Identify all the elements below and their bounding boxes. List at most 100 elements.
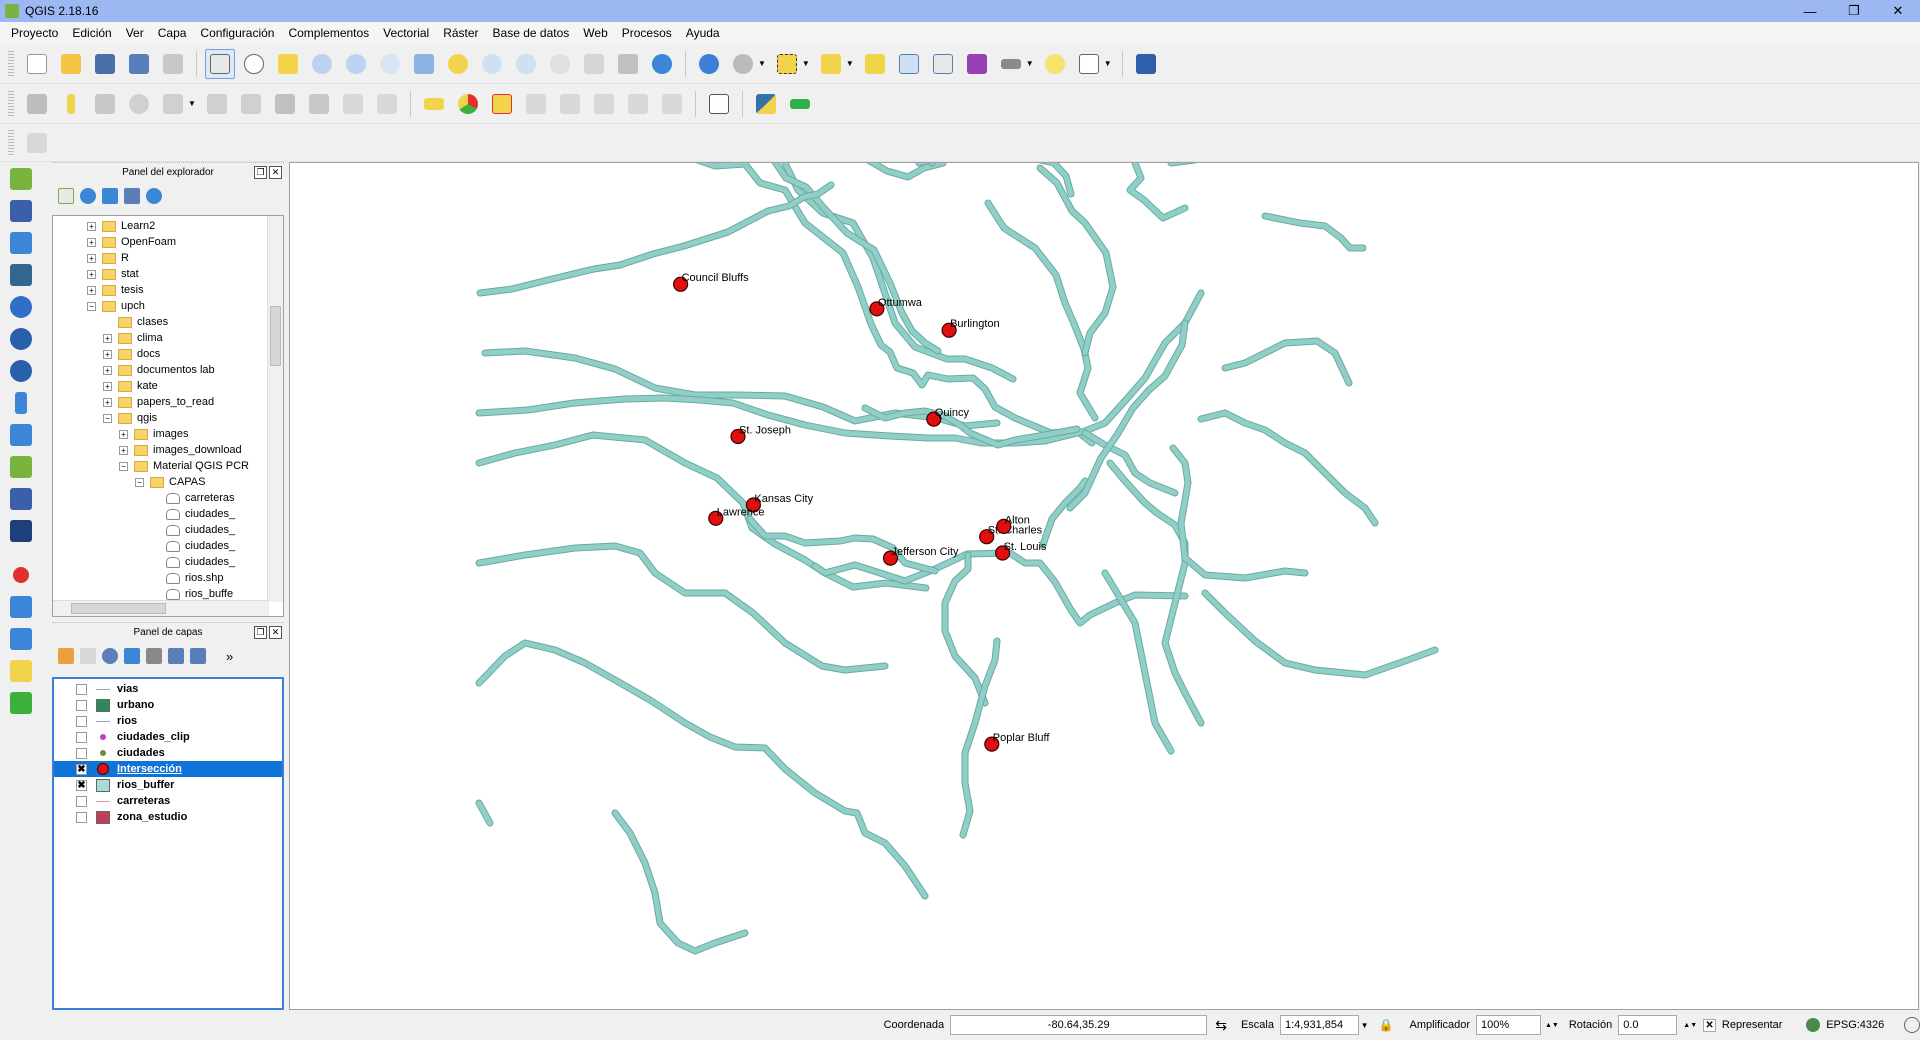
layer-row[interactable]: zona_estudio (54, 809, 282, 825)
digitize-point-button[interactable] (4, 560, 38, 590)
close-panel-button[interactable]: ✕ (269, 166, 282, 179)
expand-icon[interactable]: + (119, 445, 128, 455)
layer-row[interactable]: carreteras (54, 793, 282, 809)
menu-configuracion[interactable]: Configuración (193, 22, 281, 44)
expand-all-icon[interactable] (168, 648, 184, 664)
new-shapefile-button[interactable] (4, 452, 38, 482)
pan-button[interactable] (239, 49, 269, 79)
pin-labels-button[interactable] (521, 89, 551, 119)
toolbar-grip[interactable] (8, 129, 14, 156)
layer-visibility-checkbox[interactable] (76, 731, 87, 743)
menu-ayuda[interactable]: Ayuda (679, 22, 727, 44)
expand-icon[interactable]: + (103, 333, 112, 343)
map-canvas[interactable]: Council Bluffs Ottumwa Burlington St. Josep… (289, 162, 1919, 1010)
layer-visibility-checkbox[interactable]: ✖ (76, 763, 87, 775)
save-project-button[interactable] (90, 49, 120, 79)
bookmarks-button[interactable] (613, 49, 643, 79)
refresh-icon[interactable] (80, 188, 96, 204)
expand-icon[interactable]: + (119, 429, 128, 439)
add-feature-button[interactable] (124, 89, 154, 119)
zoom-full-button[interactable] (409, 49, 439, 79)
tree-item[interactable]: − qgis (53, 410, 283, 426)
tree-item[interactable]: + tesis (53, 282, 283, 298)
zoom-selection-button[interactable] (443, 49, 473, 79)
zoom-layer-button[interactable] (477, 49, 507, 79)
paste-features-button[interactable] (372, 89, 402, 119)
chevron-down-icon[interactable]: ▼ (758, 59, 766, 68)
scale-field[interactable]: 1:4,931,854 (1280, 1015, 1359, 1035)
more-tools-button[interactable]: » (226, 649, 233, 664)
tree-item[interactable]: + Learn2 (53, 218, 283, 234)
spin-arrows-icon[interactable]: ▲▼ (1683, 1022, 1697, 1029)
layer-row[interactable]: urbano (54, 697, 282, 713)
tree-item[interactable]: carreteras (53, 490, 283, 506)
measure-button[interactable] (996, 49, 1026, 79)
layer-row[interactable]: ciudades (54, 745, 282, 761)
chevron-down-icon[interactable]: ▼ (1104, 59, 1112, 68)
attribute-table-button[interactable] (894, 49, 924, 79)
expand-icon[interactable]: + (87, 269, 96, 279)
expand-icon[interactable]: + (87, 221, 96, 231)
scrollbar-thumb[interactable] (71, 603, 166, 614)
copy-features-button[interactable] (338, 89, 368, 119)
tree-item[interactable]: + R (53, 250, 283, 266)
menu-procesos[interactable]: Procesos (615, 22, 679, 44)
new-geopackage-button[interactable] (4, 516, 38, 546)
collapse-icon[interactable]: − (87, 301, 96, 311)
help-button[interactable] (1131, 49, 1161, 79)
tree-item[interactable]: − Material QGIS PCR (53, 458, 283, 474)
collapse-all-icon[interactable] (124, 188, 140, 204)
tree-item[interactable]: ciudades_ (53, 522, 283, 538)
map-svg[interactable]: Council Bluffs Ottumwa Burlington St. Josep… (290, 163, 1919, 1010)
toolbar-grip[interactable] (8, 90, 14, 117)
select-by-expression-button[interactable] (816, 49, 846, 79)
menu-web[interactable]: Web (576, 22, 614, 44)
extents-toggle-icon[interactable]: ⇆ (1215, 1017, 1227, 1034)
current-edits-button[interactable] (22, 89, 52, 119)
menu-raster[interactable]: Ráster (436, 22, 485, 44)
geometry-checker-button[interactable] (4, 656, 38, 686)
python-console-button[interactable] (751, 89, 781, 119)
tree-item[interactable]: + clima (53, 330, 283, 346)
render-checkbox[interactable]: ✕ (1703, 1018, 1716, 1032)
print-composer-button[interactable] (158, 49, 188, 79)
minimize-button[interactable]: — (1788, 0, 1832, 22)
layer-labeling-button[interactable] (419, 89, 449, 119)
lock-icon[interactable]: 🔒 (1379, 1018, 1394, 1032)
csw-button[interactable] (704, 89, 734, 119)
menu-capa[interactable]: Capa (151, 22, 194, 44)
menu-base-de-datos[interactable]: Base de datos (486, 22, 577, 44)
new-map-view-button[interactable] (579, 49, 609, 79)
tree-item[interactable]: + kate (53, 378, 283, 394)
layer-visibility-checkbox[interactable] (76, 715, 87, 727)
expand-icon[interactable]: + (87, 237, 96, 247)
select-features-button[interactable] (772, 49, 802, 79)
filter-icon[interactable] (102, 188, 118, 204)
collapse-icon[interactable]: − (135, 477, 144, 487)
run-action-button[interactable] (728, 49, 758, 79)
tree-item[interactable]: + documentos lab (53, 362, 283, 378)
layer-row[interactable]: vias (54, 681, 282, 697)
add-wms-layer-button[interactable] (4, 292, 38, 322)
style-brush-icon[interactable] (58, 648, 74, 664)
save-edits-button[interactable] (90, 89, 120, 119)
add-polygon-button[interactable] (158, 89, 188, 119)
expression-filter-icon[interactable] (146, 648, 162, 664)
add-virtual-layer-button[interactable] (4, 420, 38, 450)
refresh-button[interactable] (647, 49, 677, 79)
layer-visibility-checkbox[interactable] (76, 699, 87, 711)
maximize-button[interactable]: ❐ (1832, 0, 1876, 22)
expand-icon[interactable]: + (103, 365, 112, 375)
add-wcs-layer-button[interactable] (4, 356, 38, 386)
field-calculator-button[interactable] (928, 49, 958, 79)
menu-complementos[interactable]: Complementos (281, 22, 376, 44)
zoom-out-button[interactable] (341, 49, 371, 79)
cut-features-button[interactable] (304, 89, 334, 119)
map-tips-button[interactable] (1040, 49, 1070, 79)
eye-icon[interactable] (102, 648, 118, 664)
tree-item[interactable]: + papers_to_read (53, 394, 283, 410)
expand-icon[interactable]: + (103, 381, 112, 391)
add-spatialite-layer-button[interactable] (4, 228, 38, 258)
tree-item[interactable]: ciudades_ (53, 506, 283, 522)
layer-visibility-checkbox[interactable] (76, 683, 87, 695)
